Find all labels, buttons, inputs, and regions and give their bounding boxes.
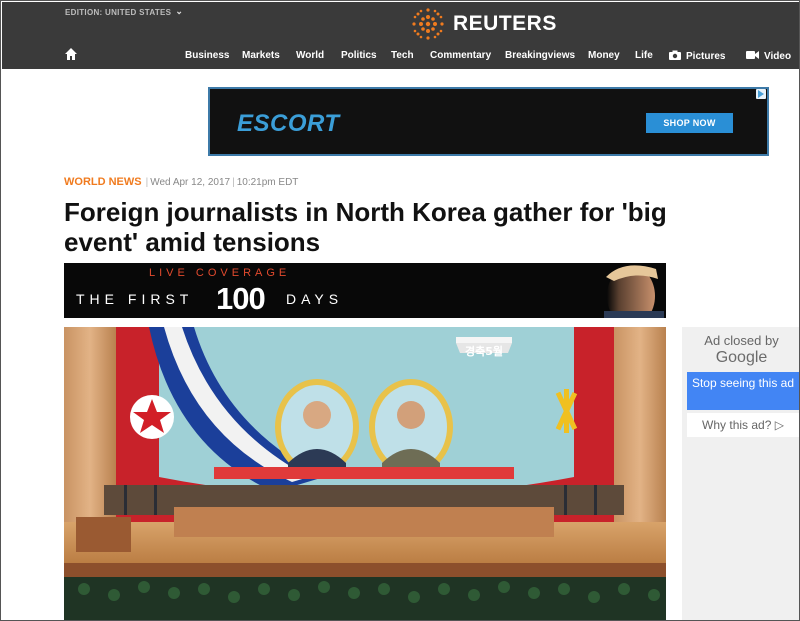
nav-item-money[interactable]: Money: [588, 50, 620, 61]
site-header: EDITION: UNITED STATES ⌄ REUTERS Busines…: [2, 2, 799, 69]
hall-sign-text: 경축5월: [465, 344, 503, 358]
meta-divider: |: [232, 177, 235, 188]
article-category[interactable]: WORLD NEWS: [64, 176, 142, 188]
reuters-logo-icon: [412, 8, 444, 40]
north-korea-hall-image: 경축5월: [64, 327, 666, 620]
home-icon[interactable]: [64, 47, 78, 61]
nav-item-markets[interactable]: Markets: [242, 50, 280, 61]
article-meta: WORLD NEWS | Wed Apr 12, 2017 | 10:21pm EDT: [64, 176, 298, 188]
shop-now-button[interactable]: SHOP NOW: [646, 113, 733, 133]
ad-banner[interactable]: ESCORT SHOP NOW: [208, 87, 769, 156]
live-coverage-banner[interactable]: LIVE COVERAGE THE FIRST 100 DAYS: [64, 263, 666, 318]
nav-item-video-label: Video: [764, 51, 792, 62]
nav-item-pictures-label: Pictures: [686, 51, 726, 62]
article-date: Wed Apr 12, 2017: [150, 177, 231, 188]
nav-item-business[interactable]: Business: [185, 50, 229, 61]
camera-icon: [669, 50, 681, 60]
days-label: DAYS: [286, 291, 344, 307]
nav-item-life[interactable]: Life: [635, 50, 653, 61]
article-time: 10:21pm EDT: [236, 177, 299, 188]
edition-selector[interactable]: EDITION: UNITED STATES ⌄: [65, 6, 184, 18]
adchoices-icon[interactable]: [756, 89, 766, 99]
brand-name: REUTERS: [453, 12, 557, 35]
ad-closed-label: Ad closed by: [704, 333, 779, 348]
stop-seeing-ad-button[interactable]: Stop seeing this ad: [687, 372, 799, 410]
chevron-down-icon: ⌄: [175, 6, 184, 16]
live-coverage-label: LIVE COVERAGE: [149, 267, 291, 279]
nav-item-video[interactable]: Video: [746, 50, 791, 62]
president-portrait-image: [576, 263, 666, 318]
nav-item-politics[interactable]: Politics: [341, 50, 377, 61]
video-camera-icon: [746, 51, 759, 59]
why-this-ad-button[interactable]: Why this ad? ▷: [687, 413, 799, 437]
nav-item-tech[interactable]: Tech: [391, 50, 414, 61]
google-label: Google: [715, 349, 768, 366]
first-label: THE FIRST: [76, 291, 194, 307]
nav-item-breakingviews[interactable]: Breakingviews: [505, 50, 575, 61]
meta-divider: |: [145, 177, 149, 188]
nav-item-commentary[interactable]: Commentary: [430, 50, 491, 61]
hundred-label: 100: [216, 281, 266, 316]
article-photo[interactable]: 경축5월: [64, 327, 666, 620]
closed-ad-panel: Ad closed by Google Stop seeing this ad …: [682, 327, 799, 620]
main-nav: Business Markets World Politics Tech Com…: [2, 46, 799, 68]
ad-brand-logo: ESCORT: [237, 110, 340, 137]
edition-label: EDITION: UNITED STATES: [65, 8, 172, 17]
reuters-logo[interactable]: REUTERS: [410, 7, 557, 41]
article-headline: Foreign journalists in North Korea gathe…: [64, 197, 667, 257]
nav-item-pictures[interactable]: Pictures: [669, 50, 725, 62]
page-frame: EDITION: UNITED STATES ⌄ REUTERS Busines…: [0, 0, 800, 621]
nav-item-world[interactable]: World: [296, 50, 324, 61]
